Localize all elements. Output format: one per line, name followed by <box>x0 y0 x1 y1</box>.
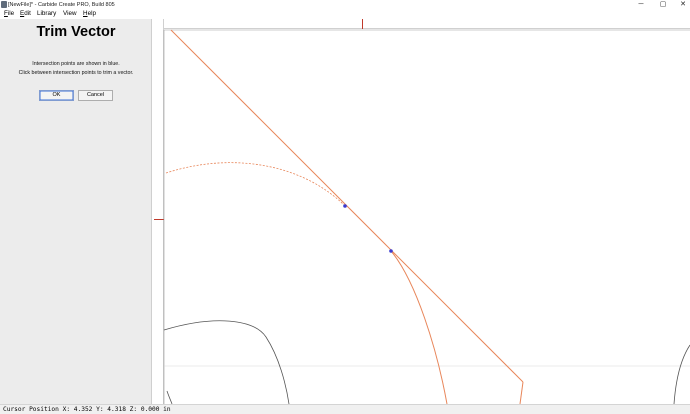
trim-vector-panel: Trim Vector Intersection points are show… <box>0 19 152 404</box>
gray-vector-left[interactable] <box>163 320 290 404</box>
menu-help-label: elp <box>87 10 96 17</box>
menu-view-label: View <box>63 10 77 17</box>
design-canvas[interactable] <box>154 19 690 404</box>
diagonal-vector-end[interactable] <box>519 381 524 404</box>
menu-file-label: ile <box>7 10 15 17</box>
minimize-button[interactable]: ─ <box>634 0 648 10</box>
intersection-point-1[interactable] <box>343 204 347 208</box>
status-bar: Cursor Position X: 4.352 Y: 4.318 Z: 0.0… <box>0 404 690 414</box>
menu-edit-label: dit <box>24 10 31 17</box>
instruction-line-2: Click between intersection points to tri… <box>18 70 134 76</box>
canvas-drawing[interactable] <box>154 19 690 404</box>
menu-bar: File Edit Library View Help <box>0 10 690 19</box>
cursor-position-readout: Cursor Position X: 4.352 Y: 4.318 Z: 0.0… <box>3 406 171 413</box>
menu-library[interactable]: Library <box>37 10 56 18</box>
title-bar: [NewFile]* - Carbide Create PRO, Build 8… <box>0 0 690 10</box>
menu-library-label: Library <box>37 10 57 17</box>
intersection-point-2[interactable] <box>389 249 393 253</box>
maximize-button[interactable]: ▢ <box>656 0 670 10</box>
menu-view[interactable]: View <box>63 10 77 18</box>
ok-button[interactable]: OK <box>39 90 74 101</box>
menu-edit[interactable]: Edit <box>20 10 31 18</box>
diagonal-vector[interactable] <box>170 29 524 383</box>
gray-vector-right[interactable] <box>673 344 690 404</box>
selected-dashed-arc[interactable] <box>165 162 346 207</box>
panel-title: Trim Vector <box>36 24 116 40</box>
gray-vector-small[interactable] <box>166 390 173 404</box>
carbide-create-icon <box>1 1 7 8</box>
cancel-button[interactable]: Cancel <box>78 90 113 101</box>
close-button[interactable]: ✕ <box>676 0 690 10</box>
menu-help[interactable]: Help <box>83 10 96 18</box>
curved-vector[interactable] <box>390 250 448 404</box>
menu-file[interactable]: File <box>4 10 14 18</box>
window-title: [NewFile]* - Carbide Create PRO, Build 8… <box>8 2 115 8</box>
instruction-line-1: Intersection points are shown in blue. <box>32 61 120 67</box>
